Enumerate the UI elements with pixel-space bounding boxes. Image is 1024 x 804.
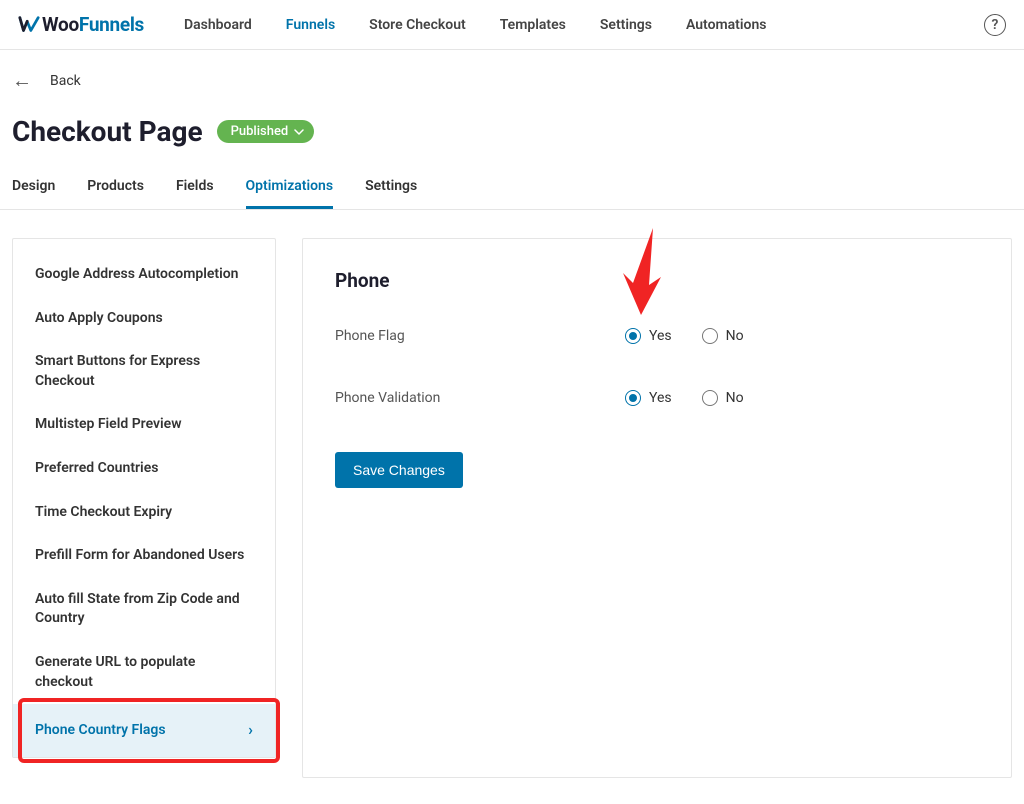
nav-templates[interactable]: Templates: [500, 17, 566, 33]
sidebar-item-autofill-state[interactable]: Auto fill State from Zip Code and Countr…: [13, 578, 275, 641]
chevron-down-icon: [294, 129, 304, 135]
radio-icon: [625, 390, 641, 406]
status-badge[interactable]: Published: [217, 120, 315, 143]
help-icon[interactable]: ?: [984, 14, 1006, 36]
nav-menu: Dashboard Funnels Store Checkout Templat…: [184, 17, 766, 33]
back-row: ← Back: [0, 50, 1024, 93]
logo-icon: [18, 14, 40, 36]
radio-group-phone-validation: Yes No: [625, 390, 744, 406]
field-phone-flag: Phone Flag Yes No: [335, 328, 979, 344]
radio-phone-flag-no[interactable]: No: [702, 328, 744, 344]
field-label-phone-validation: Phone Validation: [335, 390, 625, 406]
logo[interactable]: WooFunnels: [18, 13, 144, 36]
sidebar-item-preferred-countries[interactable]: Preferred Countries: [13, 447, 275, 491]
panel-title: Phone: [335, 269, 979, 292]
logo-text: WooFunnels: [42, 13, 144, 36]
chevron-right-icon: ›: [248, 719, 253, 741]
sidebar-item-label: Phone Country Flags: [35, 721, 166, 741]
back-arrow-icon[interactable]: ←: [12, 68, 32, 93]
nav-funnels[interactable]: Funnels: [286, 17, 335, 33]
radio-phone-validation-yes[interactable]: Yes: [625, 390, 672, 406]
sidebar-item-time-checkout[interactable]: Time Checkout Expiry: [13, 491, 275, 535]
status-badge-label: Published: [231, 124, 289, 139]
radio-phone-validation-no[interactable]: No: [702, 390, 744, 406]
sidebar-item-prefill-abandoned[interactable]: Prefill Form for Abandoned Users: [13, 534, 275, 578]
tabs: Design Products Fields Optimizations Set…: [0, 148, 1024, 210]
optimizations-sidebar: Google Address Autocompletion Auto Apply…: [12, 238, 276, 758]
nav-automations[interactable]: Automations: [686, 17, 767, 33]
settings-panel: Phone Phone Flag Yes No Phone Validation…: [302, 238, 1012, 778]
save-button[interactable]: Save Changes: [335, 452, 463, 488]
radio-icon: [702, 328, 718, 344]
radio-phone-flag-yes[interactable]: Yes: [625, 328, 672, 344]
back-link[interactable]: Back: [50, 73, 81, 89]
radio-group-phone-flag: Yes No: [625, 328, 744, 344]
radio-icon: [625, 328, 641, 344]
nav-settings[interactable]: Settings: [600, 17, 652, 33]
field-label-phone-flag: Phone Flag: [335, 328, 625, 344]
sidebar-item-multistep[interactable]: Multistep Field Preview: [13, 403, 275, 447]
main-area: Google Address Autocompletion Auto Apply…: [0, 210, 1024, 778]
radio-label: Yes: [649, 390, 672, 406]
sidebar-item-phone-flags[interactable]: Phone Country Flags ›: [13, 704, 275, 756]
radio-label: No: [726, 390, 744, 406]
tab-design[interactable]: Design: [12, 178, 55, 209]
radio-label: No: [726, 328, 744, 344]
top-nav: WooFunnels Dashboard Funnels Store Check…: [0, 0, 1024, 50]
tab-fields[interactable]: Fields: [176, 178, 214, 209]
nav-dashboard[interactable]: Dashboard: [184, 17, 252, 33]
sidebar-item-phone-flags-wrap: Phone Country Flags ›: [13, 704, 275, 756]
title-row: Checkout Page Published: [0, 93, 1024, 148]
sidebar-item-auto-coupons[interactable]: Auto Apply Coupons: [13, 297, 275, 341]
sidebar-item-generate-url[interactable]: Generate URL to populate checkout: [13, 641, 275, 704]
field-phone-validation: Phone Validation Yes No: [335, 390, 979, 406]
sidebar-item-smart-buttons[interactable]: Smart Buttons for Express Checkout: [13, 340, 275, 403]
page-title: Checkout Page: [12, 115, 203, 148]
tab-settings[interactable]: Settings: [365, 178, 417, 209]
tab-optimizations[interactable]: Optimizations: [246, 178, 334, 209]
nav-store-checkout[interactable]: Store Checkout: [369, 17, 466, 33]
tab-products[interactable]: Products: [87, 178, 144, 209]
radio-icon: [702, 390, 718, 406]
radio-label: Yes: [649, 328, 672, 344]
sidebar-item-google-address[interactable]: Google Address Autocompletion: [13, 253, 275, 297]
